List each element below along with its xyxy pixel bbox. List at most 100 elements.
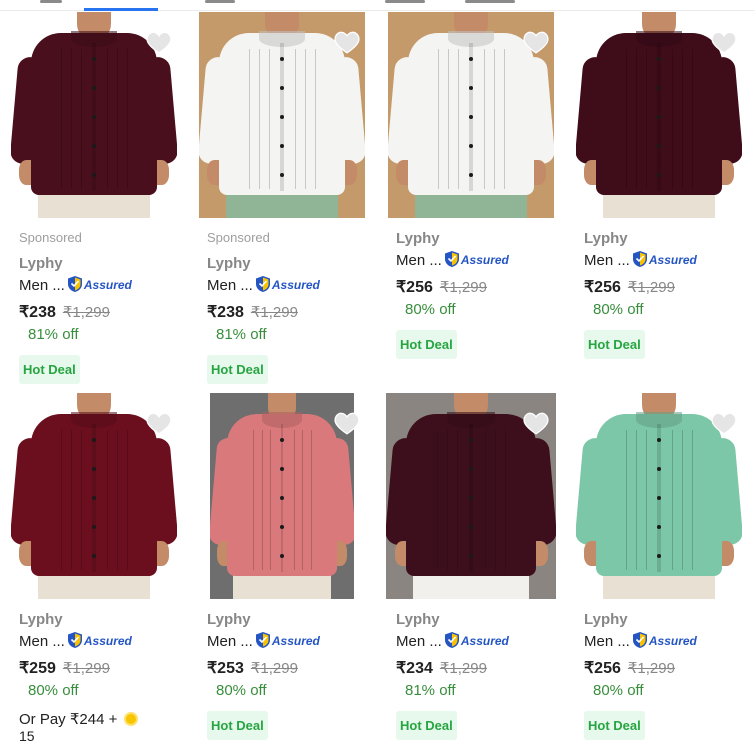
wishlist-heart-icon[interactable]: [334, 411, 360, 435]
product-card[interactable]: Lyphy Men ... Assured ₹256 ₹1,299 80% of…: [565, 12, 753, 392]
product-title-row[interactable]: Men ... Assured: [584, 249, 697, 271]
assured-badge: Assured: [67, 631, 132, 652]
product-title-row[interactable]: Men ... Assured: [207, 274, 320, 296]
product-image-box[interactable]: [188, 393, 376, 599]
product-card[interactable]: Sponsored Lyphy Men ... Assured ₹238 ₹1,2…: [0, 12, 188, 392]
tab-label-fragment[interactable]: [205, 0, 235, 3]
shirt-pleat: [505, 430, 506, 571]
shirt-pleat: [494, 49, 496, 190]
product-card[interactable]: Lyphy Men ... Assured ₹256 ₹1,299 80% of…: [565, 393, 753, 744]
assured-label: Assured: [271, 634, 320, 648]
tab-label-fragment[interactable]: [465, 0, 515, 3]
product-title-row[interactable]: Men ... Assured: [19, 630, 138, 652]
wishlist-heart-icon[interactable]: [711, 411, 737, 435]
product-image-box[interactable]: [565, 393, 753, 599]
shirt-button: [469, 496, 473, 500]
product-card[interactable]: Lyphy Men ... Assured ₹259 ₹1,299 80% of…: [0, 393, 188, 744]
shirt-pleat: [692, 49, 694, 190]
assured-shield-icon: [632, 631, 649, 652]
active-tab-indicator: [84, 8, 158, 11]
category-tab-strip: [0, 0, 755, 11]
original-price: ₹1,299: [250, 304, 298, 321]
discount-label: 80% off: [593, 301, 644, 318]
product-image-box[interactable]: [565, 12, 753, 218]
product-image-box[interactable]: [188, 12, 376, 218]
product-card[interactable]: Lyphy Men ... Assured ₹256 ₹1,299 80% of…: [377, 12, 565, 392]
hot-deal-badge: Hot Deal: [584, 330, 645, 359]
product-info: Sponsored Lyphy Men ... Assured ₹238 ₹1,2…: [19, 229, 132, 384]
wishlist-heart-icon[interactable]: [523, 30, 549, 54]
shirt-pleat: [672, 430, 674, 571]
product-title[interactable]: Men ...: [19, 277, 65, 294]
assured-badge: Assured: [444, 250, 509, 271]
shirt-pleat: [253, 430, 255, 571]
discount-label: 81% off: [216, 326, 267, 343]
wishlist-heart-icon[interactable]: [711, 30, 737, 54]
product-card[interactable]: Lyphy Men ... Assured ₹253 ₹1,299 80% of…: [188, 393, 376, 744]
product-image-box[interactable]: [377, 12, 565, 218]
original-price: ₹1,299: [250, 660, 298, 677]
wishlist-heart-icon[interactable]: [334, 30, 360, 54]
shirt-button: [280, 172, 284, 177]
selling-price: ₹253: [207, 660, 244, 677]
assured-badge: Assured: [632, 631, 697, 652]
product-title[interactable]: Men ...: [19, 633, 65, 650]
hot-deal-badge: Hot Deal: [396, 711, 457, 740]
brand-name: Lyphy: [396, 611, 440, 628]
pay-with-coins-amount: 15: [19, 728, 35, 744]
original-price: ₹1,299: [627, 279, 675, 296]
shirt-button: [280, 524, 284, 529]
wishlist-heart-icon[interactable]: [146, 30, 172, 54]
shirt-button: [469, 553, 473, 558]
original-price: ₹1,299: [62, 304, 110, 321]
brand-name: Lyphy: [396, 230, 440, 247]
product-title[interactable]: Men ...: [207, 633, 253, 650]
shirt-pleat: [80, 49, 82, 190]
shirt-button: [657, 143, 661, 148]
selling-price: ₹256: [584, 660, 621, 677]
shirt-pleat: [60, 430, 62, 571]
shirt-pleat: [293, 430, 295, 571]
shirt-button: [92, 553, 96, 558]
product-image-box[interactable]: [377, 393, 565, 599]
price-row: ₹259 ₹1,299: [19, 658, 138, 680]
product-title[interactable]: Men ...: [396, 252, 442, 269]
product-title[interactable]: Men ...: [396, 633, 442, 650]
wishlist-heart-icon[interactable]: [523, 411, 549, 435]
product-card[interactable]: Lyphy Men ... Assured ₹234 ₹1,299 81% of…: [377, 393, 565, 744]
product-title-row[interactable]: Men ... Assured: [207, 630, 320, 652]
product-title-row[interactable]: Men ... Assured: [396, 630, 509, 652]
shirt-pleat: [261, 430, 263, 571]
shirt-pleat: [504, 49, 506, 190]
hot-deal-badge: Hot Deal: [207, 711, 268, 740]
shirt-pleat: [117, 49, 119, 190]
sponsored-label: Sponsored: [207, 230, 270, 245]
selling-price: ₹259: [19, 660, 56, 677]
tab-label-fragment[interactable]: [40, 0, 62, 3]
shirt-pleat: [635, 49, 637, 190]
wishlist-heart-icon[interactable]: [146, 411, 172, 435]
product-image-box[interactable]: [0, 393, 188, 599]
product-image[interactable]: [210, 393, 354, 599]
tab-label-fragment[interactable]: [385, 0, 425, 3]
product-title[interactable]: Men ...: [207, 277, 253, 294]
shirt-pleat: [682, 430, 684, 571]
pay-with-coins-row: Or Pay ₹244 +: [19, 710, 139, 728]
product-title-row[interactable]: Men ... Assured: [584, 630, 697, 652]
product-title-row[interactable]: Men ... Assured: [19, 274, 132, 296]
shirt-button: [657, 496, 661, 500]
hot-deal-badge: Hot Deal: [19, 355, 80, 384]
product-title-row[interactable]: Men ... Assured: [396, 249, 509, 271]
shirt-pleat: [457, 430, 459, 571]
assured-label: Assured: [83, 278, 132, 292]
product-card[interactable]: Sponsored Lyphy Men ... Assured ₹238 ₹1,2…: [188, 12, 376, 392]
shirt-button: [657, 524, 661, 529]
shirt-pleat: [494, 430, 496, 571]
product-title[interactable]: Men ...: [584, 252, 630, 269]
product-title[interactable]: Men ...: [584, 633, 630, 650]
assured-shield-icon: [255, 275, 272, 296]
shirt-pleat: [107, 430, 109, 571]
shirt-pleat: [635, 430, 637, 571]
product-image-box[interactable]: [0, 12, 188, 218]
assured-label: Assured: [83, 634, 132, 648]
